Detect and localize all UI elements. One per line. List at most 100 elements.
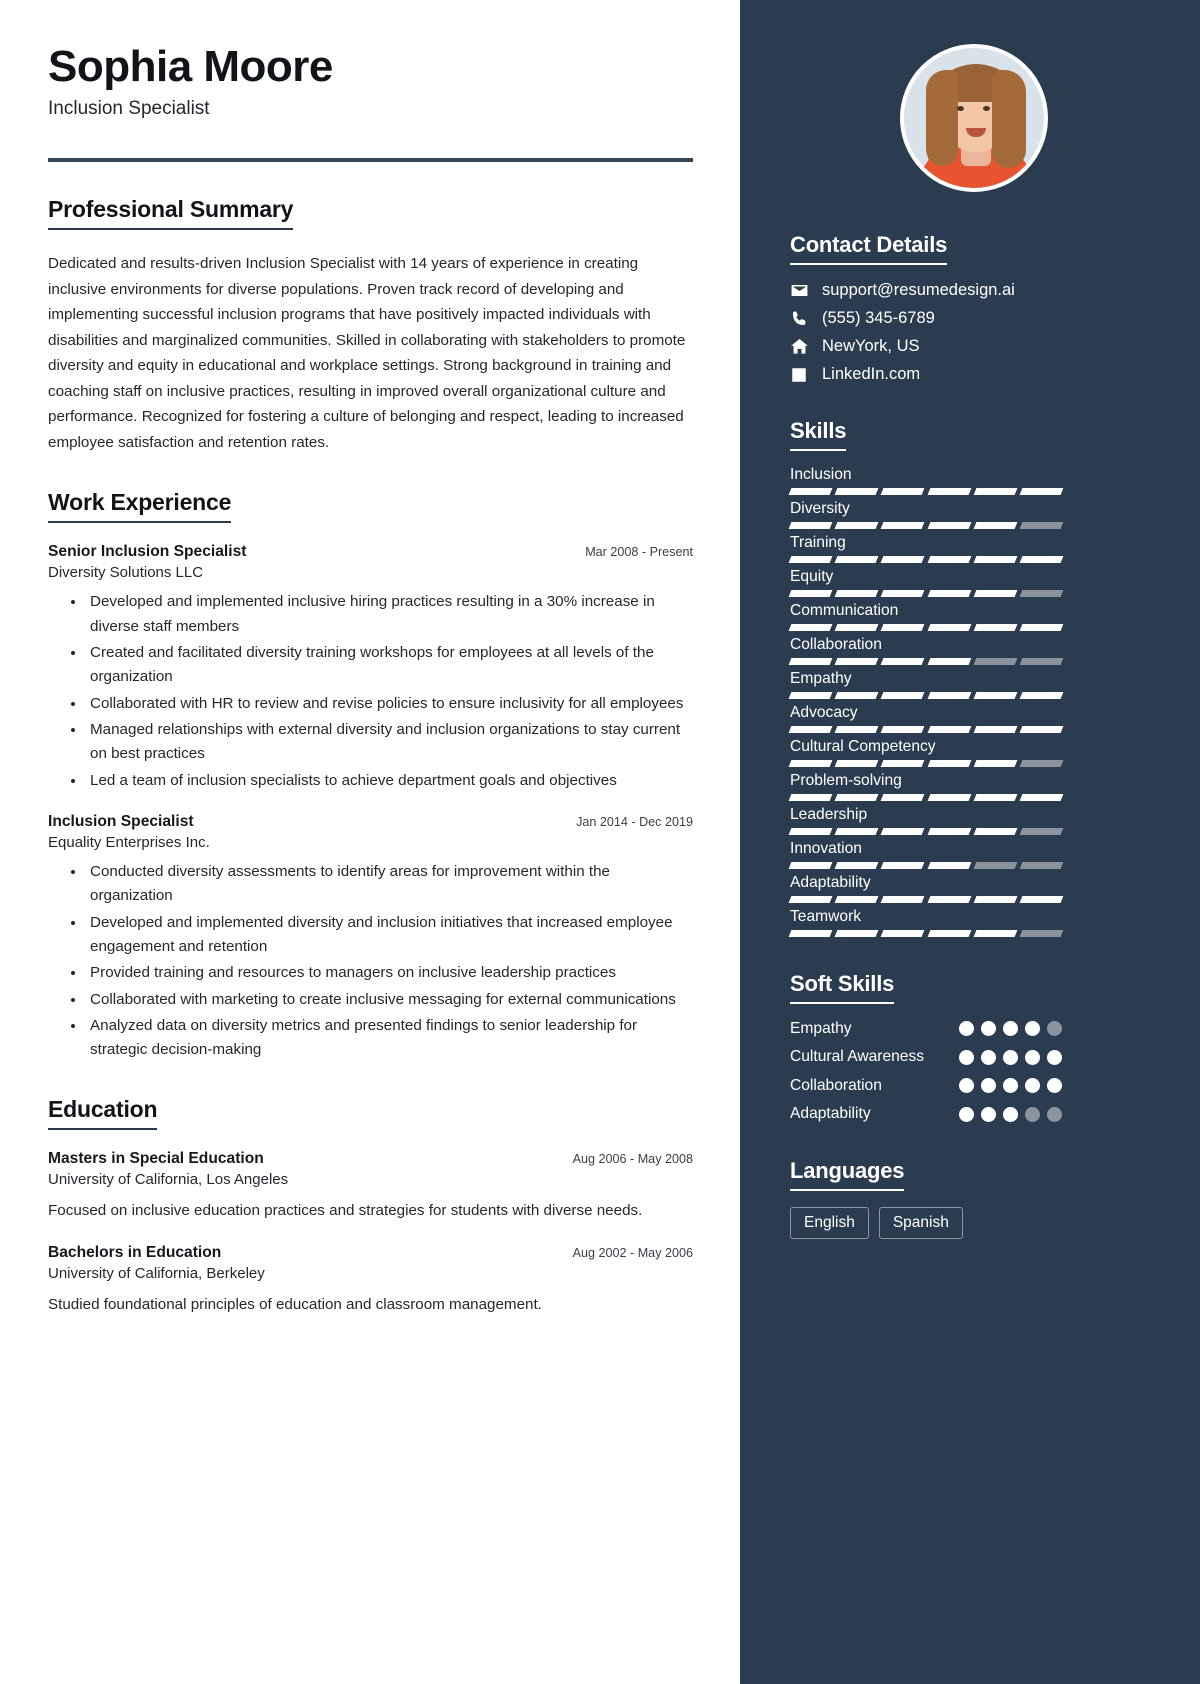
rating-dot: [1025, 1106, 1040, 1122]
skill-segment: [927, 522, 972, 529]
skill-row: Inclusion: [788, 466, 1158, 495]
rating-dot: [959, 1049, 974, 1065]
contact-location: NewYork, US: [822, 337, 920, 355]
skill-label: Leadership: [790, 806, 868, 823]
skill-segment: [788, 760, 833, 767]
experience-bullets: Conducted diversity assessments to ident…: [48, 860, 693, 1063]
skill-row: Teamwork: [788, 908, 1158, 937]
soft-skill-label: Collaboration: [790, 1076, 882, 1094]
skill-segment: [788, 726, 833, 733]
skill-segment: [927, 590, 972, 597]
skill-segment: [1019, 930, 1064, 937]
education-entry-header: Bachelors in Education Aug 2002 - May 20…: [48, 1244, 693, 1262]
rating-dot: [959, 1106, 974, 1122]
skill-segment: [927, 556, 972, 563]
bullet-item: Developed and implemented inclusive hiri…: [86, 590, 693, 639]
skill-segment: [834, 862, 879, 869]
skill-segment: [880, 760, 925, 767]
skill-segment: [927, 760, 972, 767]
contact-row-email[interactable]: support@resumedesign.ai: [790, 281, 1158, 300]
skill-level-bar: [788, 590, 1064, 597]
skill-row: Innovation: [788, 840, 1158, 869]
skill-segment: [973, 658, 1018, 665]
skill-segment: [927, 930, 972, 937]
rating-dot: [1025, 1049, 1040, 1065]
soft-skill-rating: [959, 1106, 1062, 1122]
skill-level-bar: [788, 726, 1064, 733]
skill-label: Advocacy: [790, 704, 858, 721]
rating-dot: [1025, 1078, 1040, 1094]
experience-entry-header: Senior Inclusion Specialist Mar 2008 - P…: [48, 543, 693, 561]
education-school: University of California, Los Angeles: [48, 1171, 289, 1189]
skills-section: Skills Inclusion Diversity Training Equity C…: [788, 418, 1158, 937]
skill-segment: [788, 590, 833, 597]
skill-segment: [1019, 522, 1064, 529]
skill-row: Training: [788, 534, 1158, 563]
skill-row: Empathy: [788, 670, 1158, 699]
skill-segment: [1019, 862, 1064, 869]
contact-row-location[interactable]: NewYork, US: [790, 337, 1158, 356]
bullet-item: Developed and implemented diversity and …: [86, 911, 693, 960]
skill-level-bar: [788, 828, 1064, 835]
experience-date: Mar 2008 - Present: [585, 545, 693, 560]
skill-segment: [927, 488, 972, 495]
main-column: Sophia Moore Inclusion Specialist Profes…: [0, 0, 740, 1684]
rating-dot: [1047, 1106, 1062, 1122]
section-heading-experience: Work Experience: [48, 489, 231, 524]
phone-icon: [790, 310, 816, 328]
skill-level-bar: [788, 760, 1064, 767]
skill-segment: [927, 726, 972, 733]
contact-row-phone[interactable]: (555) 345-6789: [790, 309, 1158, 328]
skill-level-bar: [788, 488, 1064, 495]
rating-dot: [1047, 1049, 1062, 1065]
skill-label: Adaptability: [790, 874, 871, 891]
rating-dot: [959, 1078, 974, 1094]
experience-organization: Diversity Solutions LLC: [48, 564, 204, 582]
bullet-item: Analyzed data on diversity metrics and p…: [86, 1014, 693, 1063]
skill-segment: [973, 556, 1018, 563]
skill-segment: [834, 828, 879, 835]
skill-segment: [834, 760, 879, 767]
education-entry-header: Masters in Special Education Aug 2006 - …: [48, 1150, 693, 1168]
soft-skill-label: Cultural Awareness: [790, 1048, 925, 1066]
soft-skill-rating: [959, 1021, 1062, 1037]
contact-row-linkedin[interactable]: LinkedIn.com: [790, 365, 1158, 384]
soft-skill-row: Empathy: [790, 1019, 1062, 1038]
skill-segment: [973, 726, 1018, 733]
skill-label: Training: [790, 534, 846, 551]
home-icon: [790, 337, 816, 356]
section-heading-languages: Languages: [790, 1158, 905, 1191]
skill-segment: [1019, 726, 1064, 733]
languages-list: English Spanish: [790, 1206, 1158, 1239]
skill-segment: [834, 794, 879, 801]
candidate-name: Sophia Moore: [48, 42, 333, 91]
soft-skill-row: Cultural Awareness: [790, 1047, 1062, 1066]
skill-segment: [788, 624, 833, 631]
skill-segment: [973, 488, 1018, 495]
language-chip: Spanish: [878, 1206, 963, 1239]
skill-row: Collaboration: [788, 636, 1158, 665]
sidebar: Contact Details support@resumedesign.ai …: [740, 0, 1200, 1684]
linkedin-icon: [790, 366, 816, 384]
envelope-icon: [790, 281, 816, 300]
skill-segment: [927, 692, 972, 699]
skill-segment: [1019, 760, 1064, 767]
experience-entry: Senior Inclusion Specialist Mar 2008 - P…: [48, 543, 693, 793]
skill-segment: [788, 692, 833, 699]
experience-organization: Equality Enterprises Inc.: [48, 833, 210, 851]
skill-segment: [973, 930, 1018, 937]
contact-email: support@resumedesign.ai: [822, 281, 1015, 299]
contact-linkedin: LinkedIn.com: [822, 365, 921, 383]
rating-dot: [981, 1049, 996, 1065]
skill-segment: [788, 488, 833, 495]
skill-row: Adaptability: [788, 874, 1158, 903]
skill-segment: [1019, 556, 1064, 563]
skill-segment: [927, 794, 972, 801]
soft-skills-section: Soft Skills Empathy Cultural Awareness Col…: [790, 971, 1158, 1124]
education-degree: Masters in Special Education: [48, 1150, 264, 1168]
contact-phone: (555) 345-6789: [822, 309, 935, 327]
contact-details-section: Contact Details support@resumedesign.ai …: [790, 232, 1158, 384]
skill-segment: [1019, 624, 1064, 631]
skill-level-bar: [788, 794, 1064, 801]
skill-segment: [973, 590, 1018, 597]
